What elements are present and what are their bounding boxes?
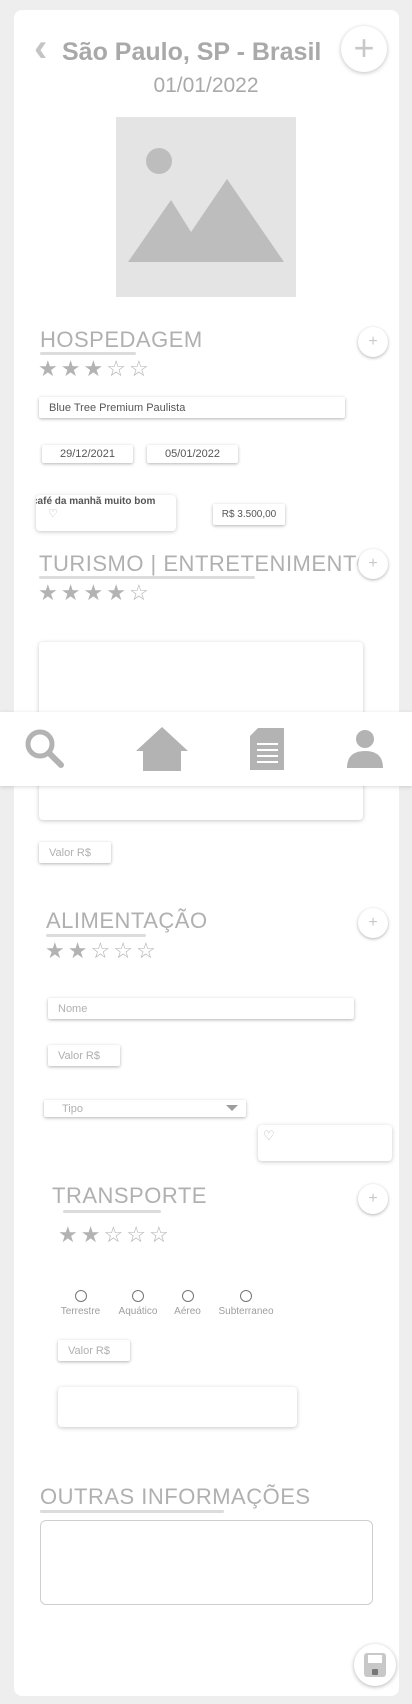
alimentacao-title: ALIMENTAÇÃO [46,908,208,933]
star-empty-icon[interactable]: ☆ [113,938,136,963]
radio-label-aquatico: Aquático [118,1306,158,1317]
transporte-rating[interactable]: ★★☆☆☆ [58,1222,172,1248]
heart-icon[interactable]: ♡ [263,1128,275,1144]
radio-subterraneo[interactable]: Subterraneo [213,1290,279,1317]
star-filled-icon[interactable]: ★ [38,356,61,381]
star-empty-icon[interactable]: ☆ [103,1222,126,1247]
radio-terrestre[interactable]: Terrestre [58,1290,103,1317]
hospedagem-note-box[interactable]: café da manhã muito bom ♡ [36,495,176,531]
radio-aquatico[interactable]: Aquático [113,1290,163,1317]
back-button[interactable]: ‹ [34,28,47,68]
transporte-underline [63,1210,161,1213]
home-icon[interactable] [132,724,192,774]
star-filled-icon[interactable]: ★ [61,580,84,605]
outras-textarea[interactable] [40,1520,373,1605]
transporte-title: TRANSPORTE [52,1183,207,1208]
page-title: São Paulo, SP - Brasil [62,38,322,66]
radio-label-terrestre: Terrestre [60,1306,101,1317]
checkin-date-input[interactable]: 29/12/2021 [42,445,133,463]
hotel-name-input[interactable]: Blue Tree Premium Paulista [39,397,345,418]
transporte-description-box[interactable] [58,1387,297,1427]
trip-date: 01/01/2022 [153,74,259,97]
turismo-add-button[interactable]: + [358,549,388,579]
alimentacao-type-label: Tipo [62,1102,83,1115]
alimentacao-type-select[interactable]: Tipo [44,1100,246,1117]
star-empty-icon[interactable]: ☆ [129,580,152,605]
star-empty-icon[interactable]: ☆ [106,356,129,381]
save-icon [364,1653,386,1677]
radio-circle[interactable] [240,1290,252,1302]
radio-aereo[interactable]: Aéreo [170,1290,205,1317]
search-icon[interactable] [20,724,70,774]
star-filled-icon[interactable]: ★ [68,938,91,963]
hospedagem-price[interactable]: R$ 3.500,00 [213,504,285,525]
radio-circle[interactable] [74,1290,87,1302]
user-icon[interactable] [340,724,390,774]
outras-underline [40,1510,224,1513]
star-empty-icon[interactable]: ☆ [136,938,159,963]
save-button[interactable] [354,1644,396,1686]
checkout-date-input[interactable]: 05/01/2022 [147,445,238,463]
turismo-value-input[interactable]: Valor R$ [39,842,111,863]
star-filled-icon[interactable]: ★ [45,938,68,963]
destination-image-placeholder[interactable] [116,117,296,297]
alimentacao-name-input[interactable]: Nome [48,998,354,1019]
star-filled-icon[interactable]: ★ [38,580,61,605]
add-button[interactable]: + [341,26,387,72]
hospedagem-add-button[interactable]: + [358,327,388,357]
outras-title: OUTRAS INFORMAÇÕES [40,1484,311,1509]
radio-circle[interactable] [132,1290,144,1302]
radio-circle[interactable] [181,1290,194,1302]
transporte-value-input[interactable]: Valor R$ [58,1340,130,1361]
alimentacao-add-button[interactable]: + [358,908,388,938]
plus-icon: + [368,914,378,931]
plus-icon: + [368,555,378,572]
radio-label-aereo: Aéreo [174,1306,201,1317]
plus-icon: + [353,27,375,68]
alimentacao-note-box[interactable]: ♡ [258,1125,392,1161]
alimentacao-value-input[interactable]: Valor R$ [48,1045,120,1066]
transporte-add-button[interactable]: + [358,1184,388,1214]
star-filled-icon[interactable]: ★ [61,356,84,381]
hospedagem-note-text: café da manhã muito bom [36,496,156,507]
star-empty-icon[interactable]: ☆ [129,356,152,381]
hospedagem-title: HOSPEDAGEM [40,327,203,352]
star-filled-icon[interactable]: ★ [81,1222,104,1247]
plus-icon: + [368,1190,378,1207]
star-empty-icon[interactable]: ☆ [90,938,113,963]
turismo-rating[interactable]: ★★★★☆ [38,580,152,606]
star-filled-icon[interactable]: ★ [83,580,106,605]
star-filled-icon[interactable]: ★ [106,580,129,605]
bottom-navigation [0,712,412,786]
turismo-title: TURISMO | ENTRETENIMENTO [39,551,375,576]
document-icon[interactable] [243,724,293,774]
star-empty-icon[interactable]: ☆ [149,1222,172,1247]
plus-icon: + [368,333,378,350]
chevron-down-icon [226,1105,238,1111]
hospedagem-underline [40,352,136,355]
heart-icon[interactable]: ♡ [48,507,58,520]
alimentacao-rating[interactable]: ★★☆☆☆ [45,938,159,964]
star-filled-icon[interactable]: ★ [58,1222,81,1247]
star-filled-icon[interactable]: ★ [83,356,106,381]
radio-label-subterraneo: Subterraneo [218,1306,274,1317]
star-empty-icon[interactable]: ☆ [126,1222,149,1247]
alimentacao-underline [46,934,146,937]
image-icon [128,148,284,262]
turismo-underline [39,576,255,579]
hospedagem-rating[interactable]: ★★★☆☆ [38,356,152,382]
